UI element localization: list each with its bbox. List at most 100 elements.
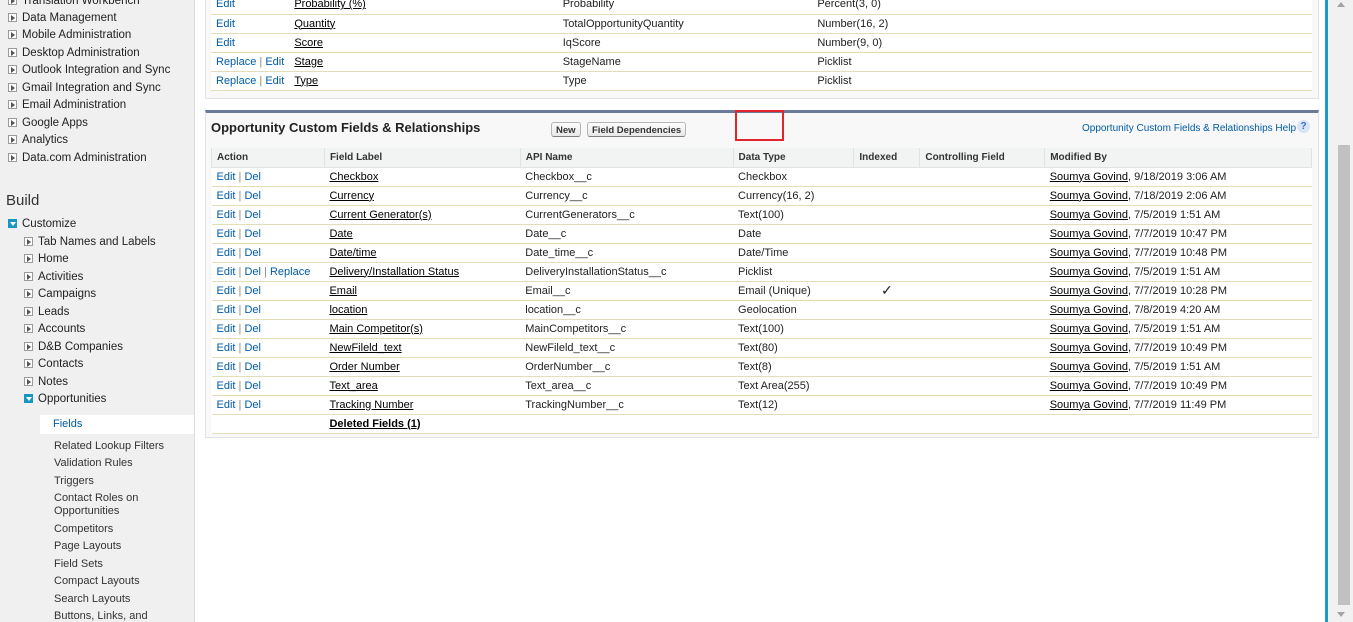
edit-link[interactable]: Edit (216, 37, 235, 49)
edit-link[interactable]: Edit (217, 209, 236, 221)
sidebar-item[interactable]: Home (24, 253, 69, 269)
field-label-link[interactable]: Order Number (329, 361, 399, 373)
edit-link[interactable]: Edit (217, 190, 236, 202)
field-label-link[interactable]: Date/time (329, 247, 376, 259)
field-label-link[interactable]: Type (294, 75, 318, 87)
sidebar-item[interactable]: Campaigns (24, 288, 96, 304)
expand-icon[interactable] (24, 289, 33, 298)
sidebar-subitem[interactable]: Page Layouts (54, 540, 121, 556)
field-label-link[interactable]: Delivery/Installation Status (329, 266, 459, 278)
field-label-link[interactable]: Current Generator(s) (329, 209, 431, 221)
sidebar-item[interactable]: Gmail Integration and Sync (8, 82, 161, 98)
sidebar-item[interactable]: D&B Companies (24, 341, 123, 357)
del-link[interactable]: Del (244, 342, 261, 354)
expand-icon[interactable] (24, 254, 33, 263)
user-link[interactable]: Soumya Govind (1050, 209, 1128, 221)
help-icon[interactable]: ? (1297, 120, 1310, 133)
expand-icon[interactable] (8, 30, 17, 39)
sidebar-item-fields[interactable]: Fields (40, 415, 194, 434)
edit-link[interactable]: Edit (217, 342, 236, 354)
edit-link[interactable]: Edit (217, 285, 236, 297)
user-link[interactable]: Soumya Govind (1050, 380, 1128, 392)
del-link[interactable]: Del (244, 190, 261, 202)
expand-icon[interactable] (8, 48, 17, 57)
sidebar-item[interactable]: Mobile Administration (8, 29, 131, 45)
deleted-fields-link[interactable]: Deleted Fields (1) (329, 418, 420, 430)
del-link[interactable]: Del (244, 380, 261, 392)
field-label-link[interactable]: Date (329, 228, 352, 240)
field-label-link[interactable]: Stage (294, 56, 323, 68)
edit-link[interactable]: Edit (217, 228, 236, 240)
expand-icon[interactable] (8, 65, 17, 74)
edit-link[interactable]: Edit (217, 171, 236, 183)
expand-icon[interactable] (8, 13, 17, 22)
edit-link[interactable]: Edit (217, 361, 236, 373)
expand-icon[interactable] (8, 0, 17, 5)
sidebar-subitem[interactable]: Competitors (54, 523, 113, 539)
field-label-link[interactable]: Quantity (294, 18, 335, 30)
edit-link[interactable]: Edit (217, 247, 236, 259)
del-link[interactable]: Del (244, 209, 261, 221)
del-link[interactable]: Del (244, 285, 261, 297)
new-button[interactable]: New (551, 122, 581, 137)
sidebar-subitem[interactable]: Validation Rules (54, 457, 133, 473)
edit-link[interactable]: Edit (217, 380, 236, 392)
field-label-link[interactable]: Email (329, 285, 357, 297)
expand-icon[interactable] (8, 83, 17, 92)
field-label-link[interactable]: Probability (%) (294, 0, 366, 10)
user-link[interactable]: Soumya Govind (1050, 304, 1128, 316)
del-link[interactable]: Del (244, 247, 261, 259)
scrollbar-thumb[interactable] (1338, 145, 1350, 605)
sidebar-item[interactable]: Tab Names and Labels (24, 236, 156, 252)
del-link[interactable]: Del (244, 361, 261, 373)
expand-icon[interactable] (24, 307, 33, 316)
user-link[interactable]: Soumya Govind (1050, 361, 1128, 373)
sidebar-item[interactable]: Outlook Integration and Sync (8, 64, 170, 80)
user-link[interactable]: Soumya Govind (1050, 190, 1128, 202)
expand-icon[interactable] (8, 153, 17, 162)
sidebar-subitem[interactable]: Search Layouts (54, 593, 130, 609)
sidebar-subitem[interactable]: Compact Layouts (54, 575, 140, 591)
field-label-link[interactable]: Checkbox (329, 171, 378, 183)
sidebar-item[interactable]: Activities (24, 271, 83, 287)
scroll-up-arrow-icon[interactable] (1337, 2, 1345, 7)
expand-icon[interactable] (24, 237, 33, 246)
sidebar-item[interactable]: Contacts (24, 358, 83, 374)
user-link[interactable]: Soumya Govind (1050, 342, 1128, 354)
sidebar-item[interactable]: Opportunities (24, 393, 106, 409)
user-link[interactable]: Soumya Govind (1050, 247, 1128, 259)
user-link[interactable]: Soumya Govind (1050, 266, 1128, 278)
edit-link[interactable]: Edit (216, 0, 235, 10)
sidebar-item[interactable]: Analytics (8, 134, 68, 150)
field-dependencies-button[interactable]: Field Dependencies (587, 122, 687, 137)
replace-link[interactable]: Replace (216, 75, 256, 87)
scroll-down-arrow-icon[interactable] (1337, 612, 1345, 617)
expand-icon[interactable] (24, 359, 33, 368)
field-label-link[interactable]: Tracking Number (329, 399, 413, 411)
del-link[interactable]: Del (244, 399, 261, 411)
field-label-link[interactable]: Currency (329, 190, 374, 202)
sidebar-item[interactable]: Data Management (8, 12, 117, 28)
expand-icon[interactable] (24, 324, 33, 333)
user-link[interactable]: Soumya Govind (1050, 323, 1128, 335)
sidebar-item[interactable]: Notes (24, 376, 68, 392)
help-link[interactable]: Opportunity Custom Fields & Relationship… (1082, 123, 1296, 134)
del-link[interactable]: Del (244, 304, 261, 316)
sidebar-subitem[interactable]: Field Sets (54, 558, 103, 574)
sidebar-subitem[interactable]: Triggers (54, 475, 94, 491)
edit-link[interactable]: Edit (265, 75, 284, 87)
edit-link[interactable]: Edit (217, 304, 236, 316)
sidebar-item[interactable]: Data.com Administration (8, 152, 147, 168)
expand-icon[interactable] (8, 100, 17, 109)
edit-link[interactable]: Edit (216, 18, 235, 30)
replace-link[interactable]: Replace (216, 56, 256, 68)
field-label-link[interactable]: NewFileld_text (329, 342, 401, 354)
edit-link[interactable]: Edit (217, 399, 236, 411)
sidebar-item[interactable]: Desktop Administration (8, 47, 140, 63)
expand-icon[interactable] (24, 377, 33, 386)
edit-link[interactable]: Edit (217, 266, 236, 278)
user-link[interactable]: Soumya Govind (1050, 285, 1128, 297)
field-label-link[interactable]: Score (294, 37, 323, 49)
expand-icon[interactable] (8, 135, 17, 144)
sidebar-item[interactable]: Translation Workbench (8, 0, 140, 11)
